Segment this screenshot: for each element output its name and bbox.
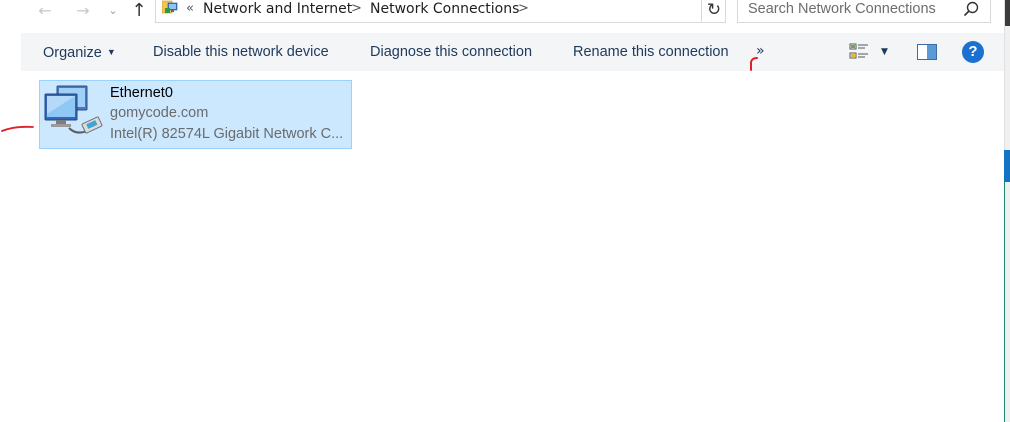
breadcrumb-network-connections[interactable]: Network Connections — [370, 0, 519, 20]
preview-pane-icon[interactable] — [917, 44, 937, 60]
adjacent-window-accent — [1004, 150, 1010, 182]
refresh-icon[interactable]: ↻ — [701, 0, 726, 23]
up-arrow-icon[interactable]: ↑ — [128, 0, 150, 22]
annotation-stroke-left — [1, 125, 34, 132]
breadcrumb-network-and-internet[interactable]: Network and Internet — [203, 0, 352, 20]
rename-connection-button[interactable]: Rename this connection — [573, 33, 729, 71]
breadcrumb-separator[interactable]: > — [518, 0, 529, 20]
forward-arrow-icon[interactable]: → — [72, 0, 94, 22]
back-arrow-icon[interactable]: ← — [34, 0, 56, 22]
annotation-stroke-top — [750, 57, 758, 71]
ethernet-adapter-icon — [44, 85, 103, 134]
diagnose-connection-button[interactable]: Diagnose this connection — [370, 33, 532, 71]
help-icon[interactable]: ? — [962, 41, 984, 63]
search-input[interactable] — [738, 0, 970, 20]
address-row: ← → ⌄ ↑ « Network and Internet > Network… — [0, 0, 1004, 24]
breadcrumb-separator[interactable]: > — [351, 0, 362, 20]
file-list-pane: Ethernet0 gomycode.com Intel(R) 82574L G… — [0, 71, 1004, 422]
disable-device-button[interactable]: Disable this network device — [153, 33, 329, 71]
adjacent-window-border — [1004, 182, 1005, 422]
view-options-caret-icon[interactable]: ▼ — [881, 33, 888, 71]
organize-label: Organize — [43, 45, 102, 61]
connection-item-ethernet0[interactable]: Ethernet0 gomycode.com Intel(R) 82574L G… — [39, 80, 352, 149]
connection-domain: gomycode.com — [110, 105, 209, 121]
organize-menu-button[interactable]: Organize ▼ — [43, 33, 116, 71]
address-bar[interactable]: « Network and Internet > Network Connect… — [155, 0, 852, 23]
overflow-chevron[interactable]: « — [186, 0, 194, 20]
network-connections-icon — [162, 0, 178, 14]
connection-device: Intel(R) 82574L Gigabit Network C... — [110, 126, 344, 142]
connection-name: Ethernet0 — [110, 85, 173, 101]
recent-locations-chevron-icon[interactable]: ⌄ — [105, 0, 121, 22]
search-box[interactable] — [737, 0, 991, 23]
caret-down-icon: ▼ — [106, 47, 116, 57]
adjacent-window-edge — [1005, 0, 1010, 26]
view-options-icon[interactable] — [849, 42, 869, 62]
command-bar: Organize ▼ Disable this network device Di… — [21, 33, 1004, 71]
search-icon[interactable] — [962, 0, 980, 18]
